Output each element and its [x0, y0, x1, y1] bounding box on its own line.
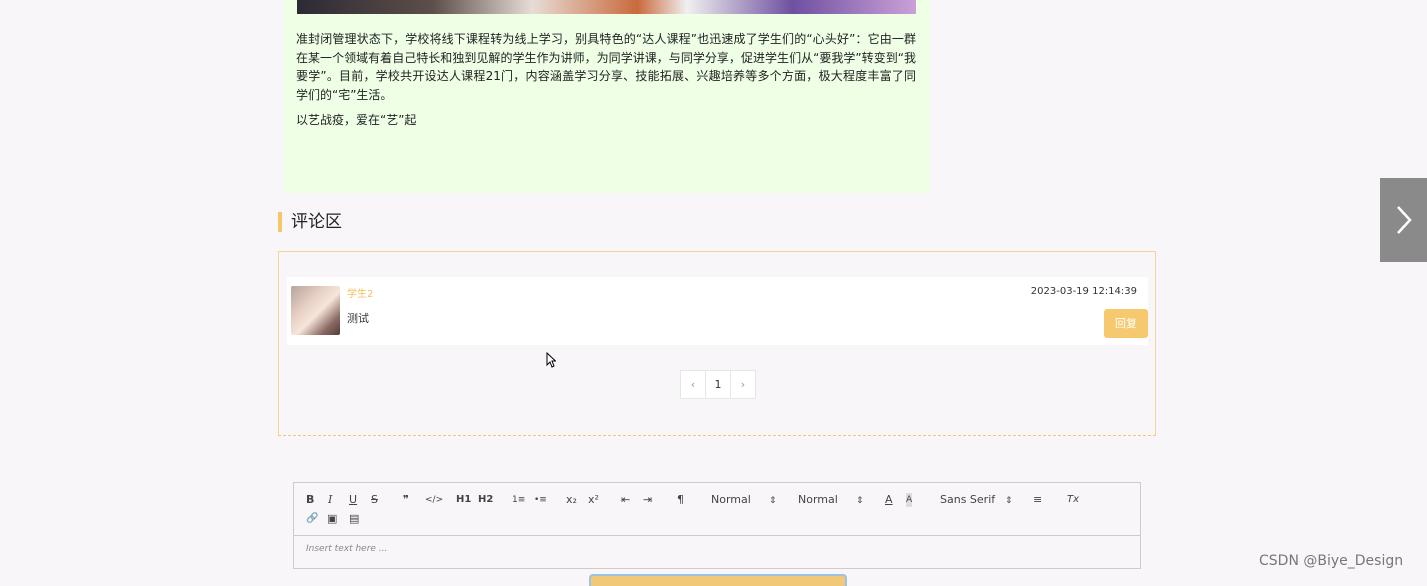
underline-button[interactable]: U — [349, 493, 357, 507]
text-color-button[interactable]: A — [885, 493, 893, 507]
ordered-list-button[interactable]: 1≡ — [512, 493, 525, 507]
blockquote-button[interactable]: ❞ — [403, 493, 409, 507]
next-slide-button[interactable] — [1380, 178, 1427, 262]
superscript-button[interactable]: x² — [588, 493, 599, 507]
outdent-button[interactable]: ⇤ — [621, 493, 630, 507]
next-page-button[interactable]: › — [731, 371, 755, 398]
page-number-button[interactable]: 1 — [706, 371, 731, 398]
code-button[interactable]: </> — [425, 493, 443, 507]
prev-page-button[interactable]: ‹ — [681, 371, 706, 398]
h2-button[interactable]: H2 — [478, 493, 493, 507]
direction-button[interactable]: ¶ — [677, 493, 684, 507]
article-body: 准封闭管理状态下，学校将线下课程转为线上学习，别具特色的“达人课程”也迅速成了学… — [296, 30, 916, 137]
rich-text-editor: B I U S ❞ </> H1 H2 1≡ •≡ x₂ x² ⇤ ⇥ ¶ No… — [293, 482, 1141, 569]
italic-button[interactable]: I — [328, 493, 332, 507]
submit-button[interactable] — [589, 574, 847, 586]
mouse-cursor-icon — [546, 352, 556, 368]
size-picker-arrow-icon[interactable]: ⇕ — [769, 494, 777, 508]
article-card: 准封闭管理状态下，学校将线下课程转为线上学习，别具特色的“达人课程”也迅速成了学… — [284, 0, 930, 193]
indent-button[interactable]: ⇥ — [643, 493, 652, 507]
chevron-right-icon — [1396, 206, 1412, 234]
image-button[interactable]: ▣ — [327, 512, 337, 526]
comment-time: 2023-03-19 12:14:39 — [1030, 286, 1137, 297]
h1-button[interactable]: H1 — [456, 493, 471, 507]
background-color-button[interactable]: A — [906, 493, 913, 507]
reply-button[interactable]: 回复 — [1104, 309, 1148, 338]
comment-text: 测试 — [347, 312, 369, 325]
pagination: ‹ 1 › — [680, 370, 756, 399]
bullet-list-button[interactable]: •≡ — [534, 493, 547, 507]
watermark: CSDN @Biye_Design — [1259, 553, 1404, 569]
clean-format-button[interactable]: Tx — [1067, 493, 1079, 507]
align-button[interactable]: ≡ — [1033, 493, 1042, 507]
article-paragraph: 准封闭管理状态下，学校将线下课程转为线上学习，别具特色的“达人课程”也迅速成了学… — [296, 32, 916, 102]
header-picker-arrow-icon[interactable]: ⇕ — [856, 494, 864, 508]
article-photo — [297, 0, 916, 14]
editor-input[interactable]: Insert text here ... — [306, 544, 387, 554]
font-picker[interactable]: Sans Serif — [940, 493, 995, 507]
comments-title: 评论区 — [278, 212, 342, 232]
strike-button[interactable]: S — [371, 493, 378, 507]
avatar — [291, 286, 340, 335]
editor-toolbar: B I U S ❞ </> H1 H2 1≡ •≡ x₂ x² ⇤ ⇥ ¶ No… — [294, 483, 1140, 536]
header-picker[interactable]: Normal — [798, 493, 838, 507]
link-button[interactable]: 🔗 — [306, 512, 318, 526]
size-picker[interactable]: Normal — [711, 493, 751, 507]
video-button[interactable]: ▤ — [349, 512, 359, 526]
article-paragraph: 以艺战疫，爱在“艺”起 — [296, 113, 417, 127]
comment-item: 学生2 测试 2023-03-19 12:14:39 回复 — [287, 277, 1148, 345]
bold-button[interactable]: B — [306, 493, 314, 507]
comments-panel: 学生2 测试 2023-03-19 12:14:39 回复 ‹ 1 › — [278, 251, 1156, 436]
font-picker-arrow-icon[interactable]: ⇕ — [1005, 494, 1013, 508]
subscript-button[interactable]: x₂ — [566, 493, 577, 507]
comment-author[interactable]: 学生2 — [347, 285, 373, 300]
